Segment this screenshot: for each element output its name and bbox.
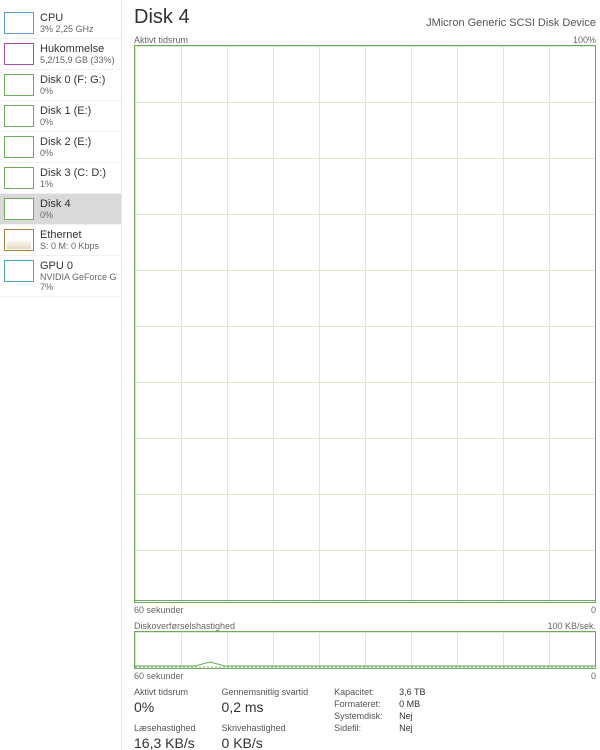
sidebar-item-label: Hukommelse	[40, 43, 117, 55]
disk-thumb-icon	[4, 105, 34, 127]
stats-row: Aktivt tidsrum 0% Læsehastighed 16,3 KB/…	[134, 687, 596, 750]
sidebar-item-sub: NVIDIA GeForce GTX 10…	[40, 272, 117, 282]
sidebar-item-label: Disk 0 (F: G:)	[40, 74, 117, 86]
stats-kv-group: Kapacitet:3,6 TBFormateret:0 MBSystemdis…	[334, 687, 425, 750]
chart2-bottom-left: 60 sekunder	[134, 671, 184, 681]
sidebar-item-label: Disk 4	[40, 198, 117, 210]
stats-group-2: Gennemsnitlig svartid 0,2 ms Skrivehasti…	[222, 687, 309, 750]
device-name: JMicron Generic SCSI Disk Device	[426, 17, 596, 29]
sidebar-item-sub: S: 0 M: 0 Kbps	[40, 241, 117, 251]
chart1-top-labels: Aktivt tidsrum 100%	[134, 35, 596, 45]
chart1-bottom-right: 0	[591, 605, 596, 615]
write-speed-value: 0 KB/s	[222, 735, 263, 750]
chart2-bottom-labels: 60 sekunder 0	[134, 671, 596, 681]
chart2-top-right: 100 KB/sek.	[547, 621, 596, 631]
write-speed-label: Skrivehastighed	[222, 723, 309, 733]
sidebar-item-disk-6[interactable]: Disk 40%	[0, 194, 121, 225]
transfer-chart	[134, 631, 596, 669]
stat-kv-row: Sidefil:Nej	[334, 723, 425, 733]
mem-thumb-icon	[4, 43, 34, 65]
read-speed-value: 16,3 KB/s	[134, 735, 196, 750]
stat-kv-value: Nej	[399, 711, 413, 721]
sidebar-item-sub2: 7%	[40, 282, 117, 292]
stat-kv-value: 0 MB	[399, 699, 420, 709]
disk-thumb-icon	[4, 198, 34, 220]
sidebar-item-disk-5[interactable]: Disk 3 (C: D:)1%	[0, 163, 121, 194]
sidebar-item-label: GPU 0	[40, 260, 117, 272]
sidebar-item-disk-4[interactable]: Disk 2 (E:)0%	[0, 132, 121, 163]
disk-thumb-icon	[4, 167, 34, 189]
stat-kv-row: Formateret:0 MB	[334, 699, 425, 709]
chart1-top-right: 100%	[573, 35, 596, 45]
sidebar-item-sub: 0%	[40, 148, 117, 158]
sidebar-item-eth-7[interactable]: EthernetS: 0 M: 0 Kbps	[0, 225, 121, 256]
sidebar-item-sub: 0%	[40, 86, 117, 96]
chart2-top-left: Diskoverførselshastighed	[134, 621, 235, 631]
sidebar-item-sub: 3% 2,25 GHz	[40, 24, 117, 34]
main-panel: Disk 4 JMicron Generic SCSI Disk Device …	[122, 0, 600, 750]
sidebar-item-gpu-8[interactable]: GPU 0NVIDIA GeForce GTX 10…7%	[0, 256, 121, 297]
sidebar-item-cpu-0[interactable]: CPU3% 2,25 GHz	[0, 8, 121, 39]
page-title: Disk 4	[134, 6, 190, 29]
active-time-label: Aktivt tidsrum	[134, 687, 196, 697]
stat-kv-key: Kapacitet:	[334, 687, 399, 697]
active-time-value: 0%	[134, 699, 196, 715]
cpu-thumb-icon	[4, 12, 34, 34]
avg-response-label: Gennemsnitlig svartid	[222, 687, 309, 697]
sidebar-item-sub: 0%	[40, 117, 117, 127]
sidebar-item-disk-2[interactable]: Disk 0 (F: G:)0%	[0, 70, 121, 101]
chart1-bottom-left: 60 sekunder	[134, 605, 184, 615]
stat-kv-key: Systemdisk:	[334, 711, 399, 721]
stat-kv-key: Formateret:	[334, 699, 399, 709]
sidebar-item-label: CPU	[40, 12, 117, 24]
chart2-top-labels: Diskoverførselshastighed 100 KB/sek.	[134, 621, 596, 631]
sidebar-item-sub: 0%	[40, 210, 117, 220]
stat-kv-value: Nej	[399, 723, 413, 733]
stats-group-1: Aktivt tidsrum 0% Læsehastighed 16,3 KB/…	[134, 687, 196, 750]
header: Disk 4 JMicron Generic SCSI Disk Device	[134, 6, 596, 29]
sidebar-item-mem-1[interactable]: Hukommelse5,2/15,9 GB (33%)	[0, 39, 121, 70]
sidebar-item-label: Disk 2 (E:)	[40, 136, 117, 148]
sidebar-item-label: Disk 3 (C: D:)	[40, 167, 117, 179]
chart1-bottom-labels: 60 sekunder 0	[134, 605, 596, 615]
stat-kv-value: 3,6 TB	[399, 687, 425, 697]
sidebar-item-sub: 5,2/15,9 GB (33%)	[40, 55, 117, 65]
active-time-chart	[134, 45, 596, 603]
sidebar-item-label: Ethernet	[40, 229, 117, 241]
sidebar-item-disk-3[interactable]: Disk 1 (E:)0%	[0, 101, 121, 132]
sidebar-item-sub: 1%	[40, 179, 117, 189]
chart2-bottom-right: 0	[591, 671, 596, 681]
disk-thumb-icon	[4, 136, 34, 158]
stat-kv-row: Kapacitet:3,6 TB	[334, 687, 425, 697]
stat-kv-key: Sidefil:	[334, 723, 399, 733]
disk-thumb-icon	[4, 74, 34, 96]
avg-response-value: 0,2 ms	[222, 699, 309, 715]
sidebar: CPU3% 2,25 GHzHukommelse5,2/15,9 GB (33%…	[0, 0, 122, 750]
stat-kv-row: Systemdisk:Nej	[334, 711, 425, 721]
chart1-top-left: Aktivt tidsrum	[134, 35, 188, 45]
eth-thumb-icon	[4, 229, 34, 251]
sidebar-item-label: Disk 1 (E:)	[40, 105, 117, 117]
read-speed-label: Læsehastighed	[134, 723, 196, 733]
gpu-thumb-icon	[4, 260, 34, 282]
